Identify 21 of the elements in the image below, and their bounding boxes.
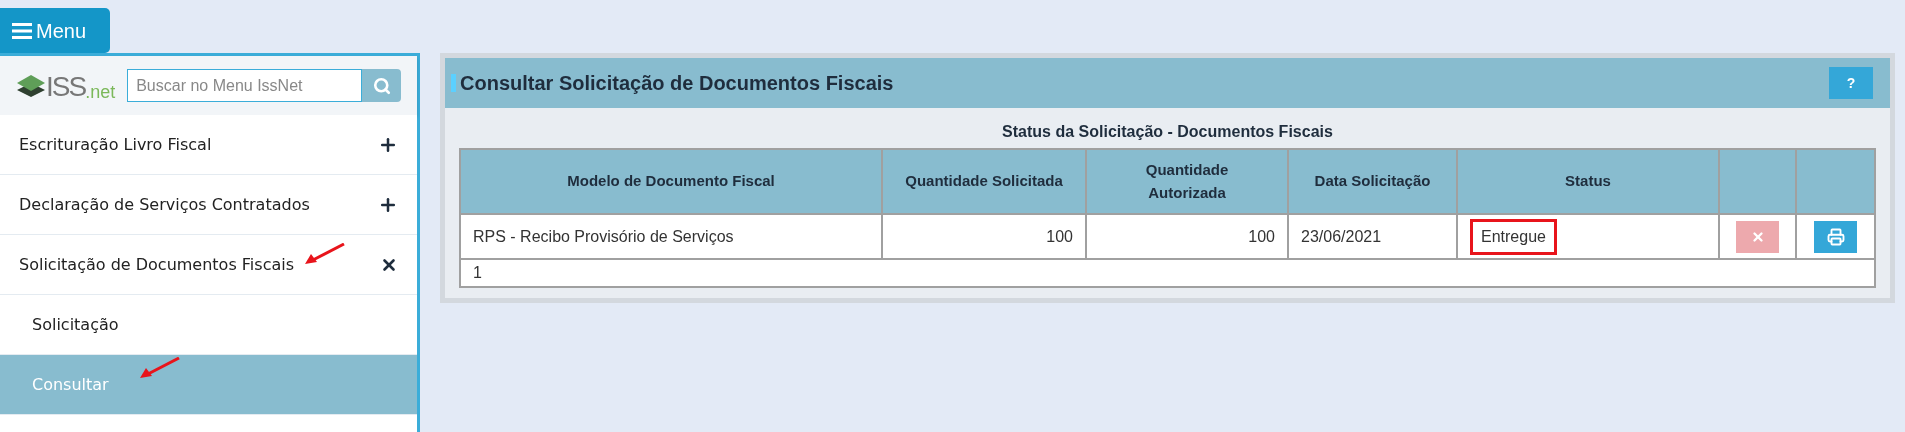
accent-bar	[451, 74, 456, 92]
page-number[interactable]: 1	[473, 264, 482, 281]
search-icon	[372, 76, 391, 95]
panel-title: Consultar Solicitação de Documentos Fiscais	[460, 71, 894, 96]
table-cell: 23/06/2021	[1301, 227, 1382, 245]
table-cell: 100	[1248, 227, 1275, 245]
status-text: Entregue	[1470, 218, 1557, 255]
printer-icon	[1826, 227, 1845, 246]
table-cell: RPS - Recibo Provisório de Serviços	[473, 227, 734, 245]
column-header: Status	[1457, 149, 1719, 214]
logo-text: ISS	[46, 72, 86, 101]
print-button[interactable]	[1814, 220, 1857, 253]
menu-icon	[12, 22, 32, 39]
column-header: Modelo de Documento Fiscal	[460, 149, 882, 214]
column-header: Data Solicitação	[1288, 149, 1457, 214]
column-header: Quantidade Autorizada	[1086, 149, 1288, 214]
logo-suffix: .net	[85, 82, 116, 101]
close-icon	[1750, 229, 1765, 244]
table-cell: 100	[1046, 227, 1073, 245]
column-header: Quantidade Solicitada	[882, 149, 1086, 214]
table-caption: Status da Solicitação - Documentos Fiscais	[1001, 122, 1334, 142]
